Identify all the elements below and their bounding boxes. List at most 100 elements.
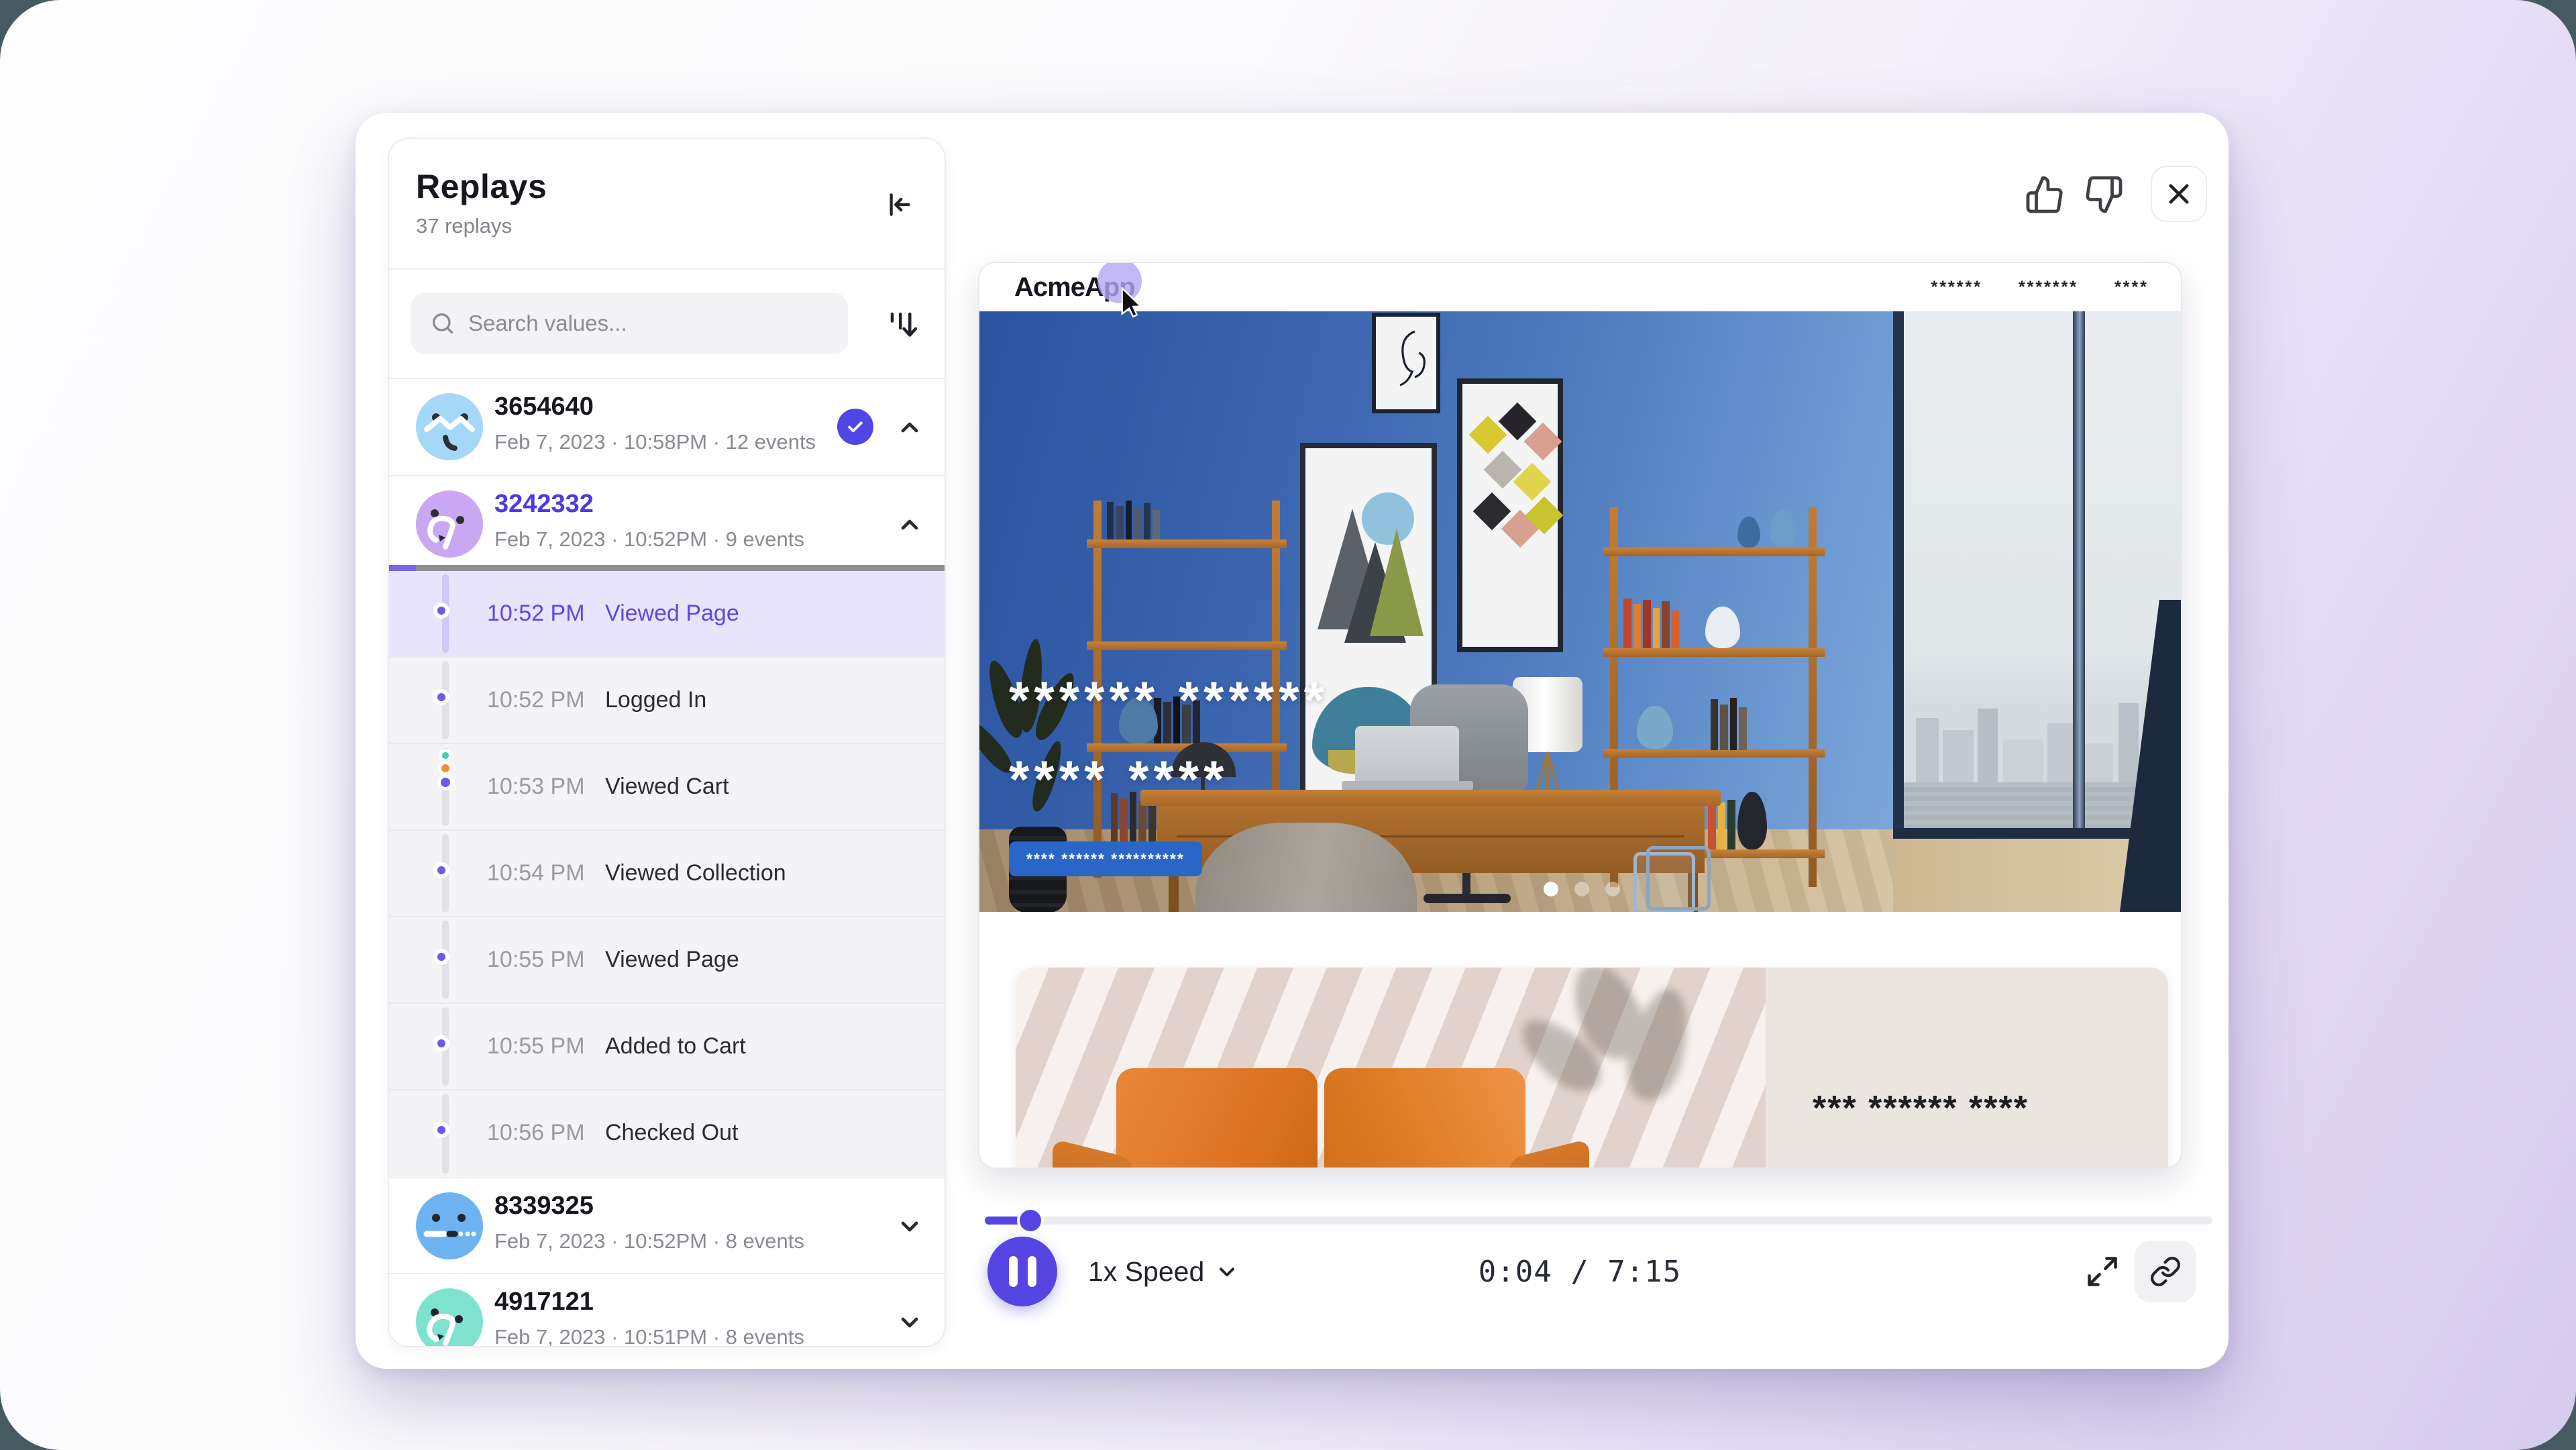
books (1107, 501, 1160, 539)
session-row-4917121[interactable]: 4917121 Feb 7, 2023 · 10:51PM · 8 events (389, 1273, 945, 1347)
wall-art-diamonds (1457, 378, 1563, 652)
event-label: Checked Out (605, 1120, 738, 1146)
session-row-3654640[interactable]: 3654640 Feb 7, 2023 · 10:58PM · 12 event… (389, 379, 945, 475)
chevron-up-icon[interactable] (895, 510, 924, 539)
armchair (1195, 823, 1417, 912)
avatar (416, 393, 483, 460)
thumbs-up-icon (2025, 174, 2065, 215)
sort-button[interactable] (877, 299, 926, 348)
playback-progress-bar[interactable] (985, 1216, 2212, 1225)
books (1711, 698, 1747, 750)
event-time: 10:55 PM (487, 1033, 585, 1059)
search-input[interactable] (468, 311, 829, 336)
event-dot-purple (437, 774, 453, 790)
sofa-photo (1016, 968, 1766, 1169)
masked-hero-heading: ****** ****** **** **** (1009, 674, 1329, 805)
chevron-up-icon[interactable] (895, 413, 924, 442)
search-row (389, 270, 945, 378)
sort-descending-icon (883, 305, 920, 342)
search-input-wrapper (411, 293, 848, 354)
hero-cta-button[interactable]: **** ****** ********** (1009, 841, 1202, 876)
session-id: 3242332 (494, 490, 594, 519)
event-dot-orange (438, 761, 453, 776)
event-label: Added to Cart (605, 1033, 746, 1059)
replayed-site-header: AcmeApp ****** ******* **** (979, 263, 2181, 311)
chevron-down-icon (1215, 1259, 1239, 1284)
avatar (416, 1288, 483, 1347)
event-label: Viewed Cart (605, 774, 729, 800)
replays-sidebar: Replays 37 replays (388, 138, 946, 1347)
session-progress-fill (389, 565, 416, 571)
site-content-section: *** ****** **** (979, 912, 2182, 1169)
playback-progress-handle[interactable] (1020, 1210, 1041, 1231)
hero-carousel: ****** ****** **** **** **** ****** ****… (979, 311, 2182, 912)
shelf-board (1603, 548, 1825, 556)
scene-window-mullion (2073, 311, 2085, 839)
close-button[interactable] (2151, 166, 2207, 222)
site-nav: ****** ******* **** (1931, 263, 2149, 311)
vase (1737, 792, 1767, 849)
product-card[interactable]: *** ****** **** (1016, 968, 2168, 1169)
session-meta: Feb 7, 2023 · 10:52PM · 8 events (494, 1229, 804, 1253)
copy-link-button[interactable] (2135, 1241, 2196, 1302)
chevron-down-icon[interactable] (895, 1308, 924, 1337)
thumbs-down-button[interactable] (2080, 170, 2128, 219)
masked-nav-item: **** (2114, 278, 2149, 297)
pause-button[interactable] (987, 1237, 1057, 1306)
shelf-board (1603, 648, 1825, 657)
event-dot (433, 1122, 449, 1138)
event-row-added-to-cart[interactable]: 10:55 PM Added to Cart (389, 1004, 945, 1090)
carousel-dot-active[interactable] (1544, 882, 1558, 896)
event-row-logged-in[interactable]: 10:52 PM Logged In (389, 658, 945, 744)
event-row-checked-out[interactable]: 10:56 PM Checked Out (389, 1090, 945, 1177)
vase (1770, 510, 1796, 548)
replay-modal: Replays 37 replays (356, 113, 2229, 1369)
event-timeline: 10:52 PM Viewed Page 10:52 PM Logged In (389, 571, 945, 1177)
event-dot (433, 862, 449, 878)
screen: Replays 37 replays (0, 0, 2576, 1450)
event-dot (433, 689, 449, 705)
speed-selector[interactable]: 1x Speed (1088, 1237, 1239, 1306)
masked-card-text: *** ****** **** (1813, 1088, 2029, 1129)
session-row-8339325[interactable]: 8339325 Feb 7, 2023 · 10:52PM · 8 events (389, 1177, 945, 1273)
wall-art-line-face (1372, 313, 1440, 413)
session-meta: Feb 7, 2023 · 10:51PM · 8 events (494, 1325, 804, 1347)
masked-nav-item: ******* (2019, 278, 2078, 297)
fullscreen-button[interactable] (2081, 1250, 2124, 1293)
event-dot-cluster (433, 750, 458, 789)
event-time: 10:56 PM (487, 1120, 585, 1146)
collapse-left-icon (881, 187, 916, 222)
session-progress-bar[interactable] (389, 565, 945, 571)
carousel-dot[interactable] (1605, 882, 1620, 896)
mouse-cursor-icon (1116, 287, 1146, 321)
thumbs-up-button[interactable] (2021, 170, 2069, 219)
replay-count: 37 replays (416, 214, 512, 238)
page-title: Replays (416, 167, 547, 206)
carousel-dot[interactable] (1574, 882, 1589, 896)
pause-icon (1009, 1256, 1018, 1287)
event-row-viewed-page-2[interactable]: 10:55 PM Viewed Page (389, 917, 945, 1004)
books (1708, 798, 1735, 849)
session-id: 8339325 (494, 1192, 594, 1221)
event-dot (433, 603, 449, 619)
event-label: Viewed Page (605, 947, 739, 973)
session-id: 4917121 (494, 1288, 594, 1316)
chevron-down-icon[interactable] (895, 1212, 924, 1241)
event-time: 10:54 PM (487, 860, 585, 886)
close-icon (2165, 180, 2193, 208)
event-row-viewed-page[interactable]: 10:52 PM Viewed Page (389, 571, 945, 658)
carousel-dots (979, 882, 2182, 896)
event-row-viewed-cart[interactable]: 10:53 PM Viewed Cart (389, 744, 945, 831)
expand-icon (2085, 1254, 2120, 1289)
watched-check-badge (837, 409, 873, 445)
session-row-3242332[interactable]: 3242332 Feb 7, 2023 · 10:52PM · 9 events (389, 475, 945, 571)
avatar (416, 1192, 483, 1259)
event-row-viewed-collection[interactable]: 10:54 PM Viewed Collection (389, 831, 945, 917)
collapse-sidebar-button[interactable] (877, 183, 920, 226)
masked-button-label: **** ****** ********** (1026, 850, 1185, 868)
shelf-board (1087, 641, 1287, 650)
mug (1705, 607, 1740, 648)
event-dot (433, 1035, 449, 1051)
event-time: 10:52 PM (487, 687, 585, 713)
event-dot-teal (439, 749, 452, 762)
